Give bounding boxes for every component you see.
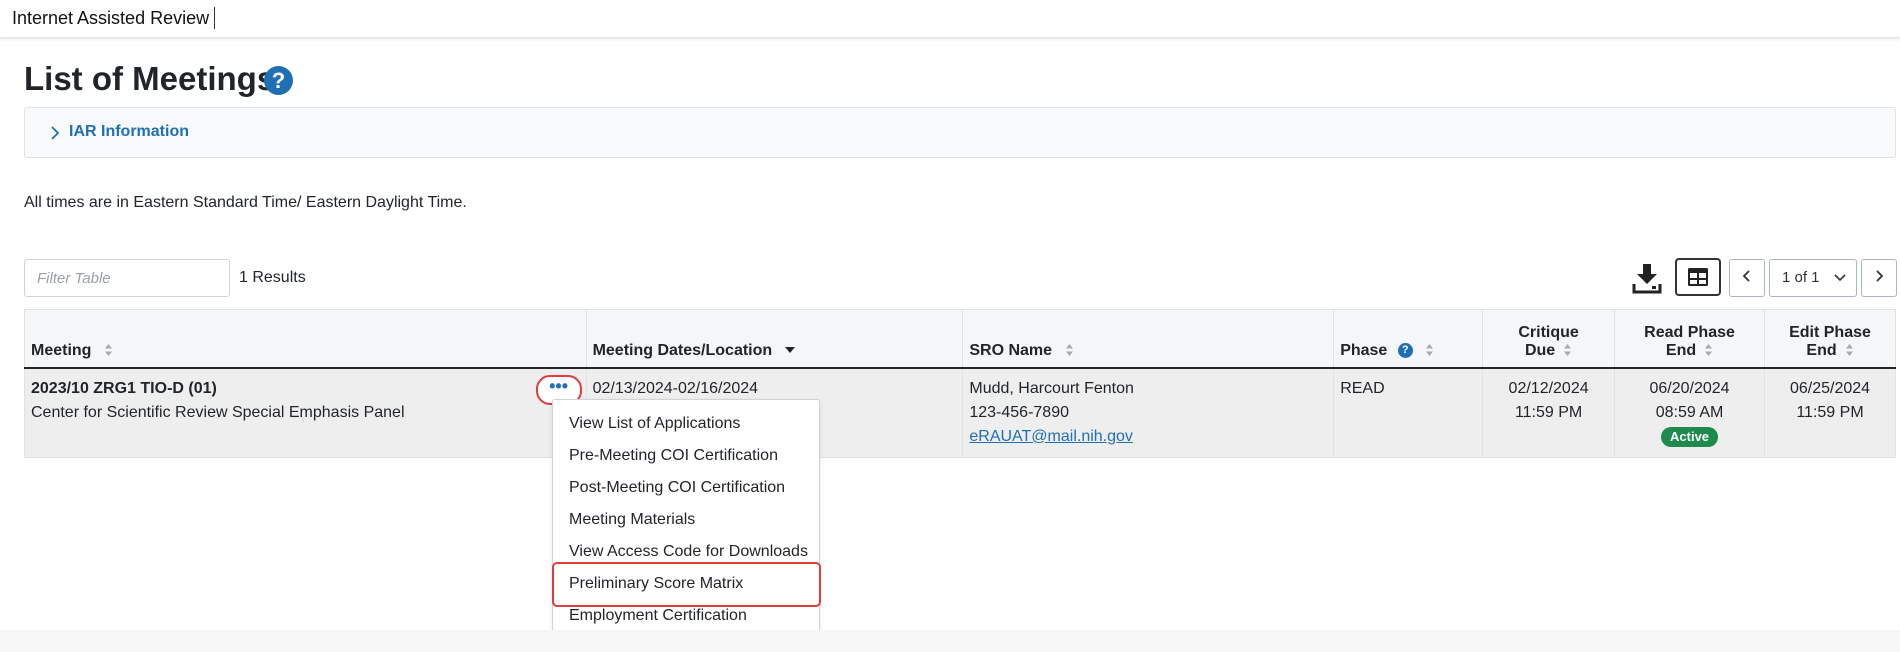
- page-bottom-band: [0, 630, 1900, 652]
- meeting-dates: 02/13/2024-02/16/2024: [592, 379, 759, 397]
- meeting-cell: 2023/10 ZRG1 TIO-D (01) Center for Scien…: [24, 367, 587, 458]
- sro-cell: Mudd, Harcourt Fenton 123-456-7890 eRAUA…: [962, 367, 1335, 458]
- results-count: 1 Results: [239, 269, 306, 286]
- sort-descending-icon: [784, 347, 795, 354]
- sort-icon: [1564, 344, 1572, 357]
- menu-item-employment-certification[interactable]: Employment Certification: [569, 607, 747, 625]
- chevron-right-icon: [51, 126, 60, 140]
- menu-item-meeting-materials[interactable]: Meeting Materials: [569, 511, 695, 529]
- menu-item-view-list-of-applications[interactable]: View List of Applications: [569, 415, 740, 433]
- phase-cell: READ: [1333, 367, 1484, 458]
- column-layout-button[interactable]: [1675, 258, 1721, 296]
- header-sro-name[interactable]: SRO Name: [962, 309, 1335, 369]
- chevron-right-icon: [1876, 270, 1884, 282]
- header-read-phase-end[interactable]: Read Phase End: [1614, 309, 1765, 369]
- top-bar: Internet Assisted Review: [0, 0, 1900, 38]
- edit-phase-end-cell: 06/25/2024 11:59 PM: [1764, 367, 1896, 458]
- menu-item-pre-meeting-coi[interactable]: Pre-Meeting COI Certification: [569, 447, 778, 465]
- page-title: List of Meetings: [24, 60, 276, 97]
- sort-icon: [1705, 344, 1713, 357]
- status-badge: Active: [1661, 426, 1719, 447]
- timezone-note: All times are in Eastern Standard Time/ …: [24, 194, 467, 211]
- help-icon[interactable]: ?: [264, 66, 293, 95]
- table-grid-icon: [1688, 268, 1708, 286]
- header-meeting[interactable]: Meeting: [24, 309, 587, 369]
- title-separator: [214, 7, 215, 29]
- header-meeting-dates-location[interactable]: Meeting Dates/Location: [585, 309, 964, 369]
- menu-item-post-meeting-coi[interactable]: Post-Meeting COI Certification: [569, 479, 785, 497]
- read-phase-end-cell: 06/20/2024 08:59 AM Active: [1614, 367, 1765, 458]
- download-icon[interactable]: [1632, 262, 1662, 294]
- iar-information-panel[interactable]: IAR Information: [24, 107, 1896, 158]
- sort-icon: [1426, 344, 1434, 357]
- menu-item-preliminary-score-matrix[interactable]: Preliminary Score Matrix: [569, 575, 743, 593]
- iar-information-label[interactable]: IAR Information: [69, 123, 189, 141]
- meeting-name: Center for Scientific Review Special Emp…: [31, 403, 405, 421]
- next-page-button[interactable]: [1861, 259, 1897, 297]
- meetings-table: Meeting Meeting Dates/Location SRO Name …: [24, 309, 1896, 458]
- menu-item-view-access-code[interactable]: View Access Code for Downloads: [569, 543, 808, 561]
- sro-phone: 123-456-7890: [969, 403, 1069, 421]
- sort-icon: [1065, 344, 1073, 357]
- meeting-code: 2023/10 ZRG1 TIO-D (01): [31, 379, 217, 397]
- app-title[interactable]: Internet Assisted Review: [12, 8, 209, 29]
- header-edit-phase-end[interactable]: Edit Phase End: [1764, 309, 1896, 369]
- page-select-value: 1 of 1: [1782, 269, 1820, 286]
- sro-email-link[interactable]: eRAUAT@mail.nih.gov: [969, 428, 1133, 445]
- chevron-down-icon: [1834, 274, 1846, 282]
- header-critique-due[interactable]: Critique Due: [1482, 309, 1616, 369]
- critique-due-cell: 02/12/2024 11:59 PM: [1482, 367, 1616, 458]
- chevron-left-icon: [1742, 270, 1750, 282]
- header-phase[interactable]: Phase ?: [1333, 309, 1484, 369]
- page-select[interactable]: 1 of 1: [1769, 259, 1857, 297]
- table-row: 2023/10 ZRG1 TIO-D (01) Center for Scien…: [24, 367, 1896, 458]
- phase-help-icon[interactable]: ?: [1397, 342, 1413, 358]
- sro-name: Mudd, Harcourt Fenton: [969, 379, 1134, 397]
- filter-table-input[interactable]: [24, 259, 230, 297]
- sort-icon: [1845, 344, 1853, 357]
- previous-page-button[interactable]: [1729, 259, 1765, 297]
- row-actions-menu: View List of Applications Pre-Meeting CO…: [552, 399, 821, 640]
- sort-icon: [104, 344, 112, 357]
